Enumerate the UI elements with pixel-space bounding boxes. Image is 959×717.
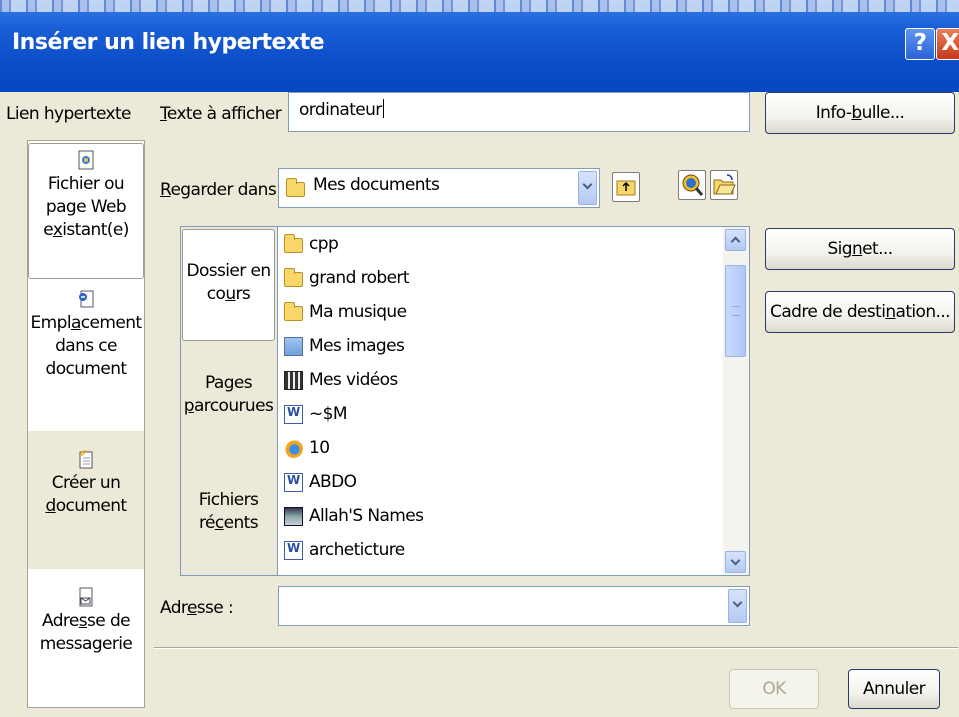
link-place-line1: Emplacement (30, 313, 143, 333)
link-create-line2: document (45, 496, 128, 516)
media-file-icon (284, 438, 303, 458)
recent-files-line2: récents (199, 513, 259, 533)
email-icon (79, 587, 93, 607)
divider (154, 647, 958, 649)
background-strip (0, 0, 959, 12)
current-folder-line2: cours (206, 284, 251, 304)
help-button[interactable]: ? (905, 28, 935, 60)
scroll-down-arrow-icon[interactable] (725, 551, 746, 573)
link-place-line2: dans ce (55, 336, 117, 356)
address-input[interactable] (278, 586, 750, 626)
bookmark-button[interactable]: Signet... (765, 228, 955, 270)
list-item[interactable]: ABDO (284, 465, 357, 499)
list-item[interactable]: Mes vidéos (284, 363, 398, 397)
word-document-icon (284, 540, 303, 560)
link-email-line1: Adresse de (41, 611, 131, 631)
scrollbar-thumb[interactable] (725, 265, 746, 357)
text-to-display-input[interactable]: ordinateur (288, 92, 750, 132)
link-existing-file-or-web-page[interactable]: Fichier ou page Web existant(e) (28, 143, 144, 279)
list-item[interactable]: cpp (284, 227, 339, 261)
application-icon (284, 506, 303, 526)
browse-web-button[interactable] (678, 170, 706, 200)
list-item[interactable]: 10 (284, 431, 330, 465)
link-existing-line2: page Web (45, 197, 127, 217)
title-bar: Insérer un lien hypertexte ? X (0, 0, 959, 92)
link-create-new-document[interactable]: Créer un document (28, 431, 144, 569)
address-label: Adresse : (160, 598, 234, 618)
screentip-button[interactable]: Info-bulle... (765, 92, 955, 134)
current-folder-line1: Dossier en (186, 261, 271, 281)
list-item[interactable]: ~$M (284, 397, 348, 431)
scroll-up-arrow-icon[interactable] (725, 229, 746, 251)
list-item[interactable]: grand robert (284, 261, 409, 295)
recent-files-line1: Fichiers (198, 490, 259, 510)
text-to-display-label: Texte à afficher : (160, 104, 292, 124)
folder-icon (284, 234, 303, 253)
link-to-heading: Lien hypertexte (6, 104, 132, 124)
look-in-label: Regarder dans : (160, 180, 287, 200)
search-web-icon (682, 174, 704, 196)
link-place-line3: document (45, 359, 128, 379)
up-folder-icon (616, 180, 636, 196)
web-page-icon (78, 150, 94, 170)
dialog-title: Insérer un lien hypertexte (12, 30, 325, 55)
place-in-document-icon (79, 290, 94, 308)
word-document-icon (284, 404, 303, 424)
file-list[interactable]: cpp grand robert Ma musique Mes images M… (277, 226, 750, 576)
up-one-folder-button[interactable] (612, 172, 640, 202)
look-in-value: Mes documents (313, 175, 440, 195)
word-document-icon (284, 472, 303, 492)
browsed-pages-line2: parcourues (183, 396, 274, 416)
pictures-folder-icon (284, 336, 303, 356)
link-existing-line1: Fichier ou (47, 174, 125, 194)
open-folder-icon (713, 174, 736, 195)
list-item[interactable]: Ma musique (284, 295, 407, 329)
link-place-in-document[interactable]: Emplacement dans ce document (28, 289, 144, 425)
look-in-dropdown[interactable]: Mes documents (278, 168, 600, 208)
target-frame-button[interactable]: Cadre de destination... (765, 291, 955, 333)
browsed-pages-tab[interactable]: Pages parcourues (182, 372, 275, 432)
browse-file-button[interactable] (710, 170, 738, 200)
places-pane: Dossier en cours Pages parcourues Fichie… (180, 226, 277, 576)
cancel-button[interactable]: Annuler (848, 669, 940, 709)
folder-icon (284, 268, 303, 287)
link-create-line1: Créer un (51, 473, 121, 493)
link-email-line2: messagerie (39, 634, 133, 654)
list-item[interactable]: Mes images (284, 329, 405, 363)
videos-folder-icon (284, 370, 303, 390)
recent-files-tab[interactable]: Fichiers récents (182, 489, 275, 549)
browsed-pages-line1: Pages (204, 373, 253, 393)
current-folder-tab[interactable]: Dossier en cours (182, 229, 275, 341)
folder-icon (284, 302, 303, 321)
ok-button[interactable]: OK (729, 669, 819, 709)
list-item[interactable]: Allah'S Names (284, 499, 424, 533)
link-email-address[interactable]: Adresse de messagerie (28, 587, 144, 707)
list-item[interactable]: archeticture (284, 533, 405, 567)
close-button[interactable]: X (936, 28, 959, 60)
new-document-icon (79, 450, 93, 469)
chevron-down-icon[interactable] (578, 171, 597, 205)
file-list-scrollbar[interactable] (723, 227, 749, 575)
folder-icon (286, 178, 305, 197)
text-to-display-value: ordinateur (299, 100, 382, 120)
link-to-pane: Fichier ou page Web existant(e) Emplacem… (27, 140, 145, 708)
chevron-down-icon[interactable] (728, 589, 747, 623)
text-caret (382, 99, 384, 118)
link-existing-line3: existant(e) (43, 220, 129, 240)
